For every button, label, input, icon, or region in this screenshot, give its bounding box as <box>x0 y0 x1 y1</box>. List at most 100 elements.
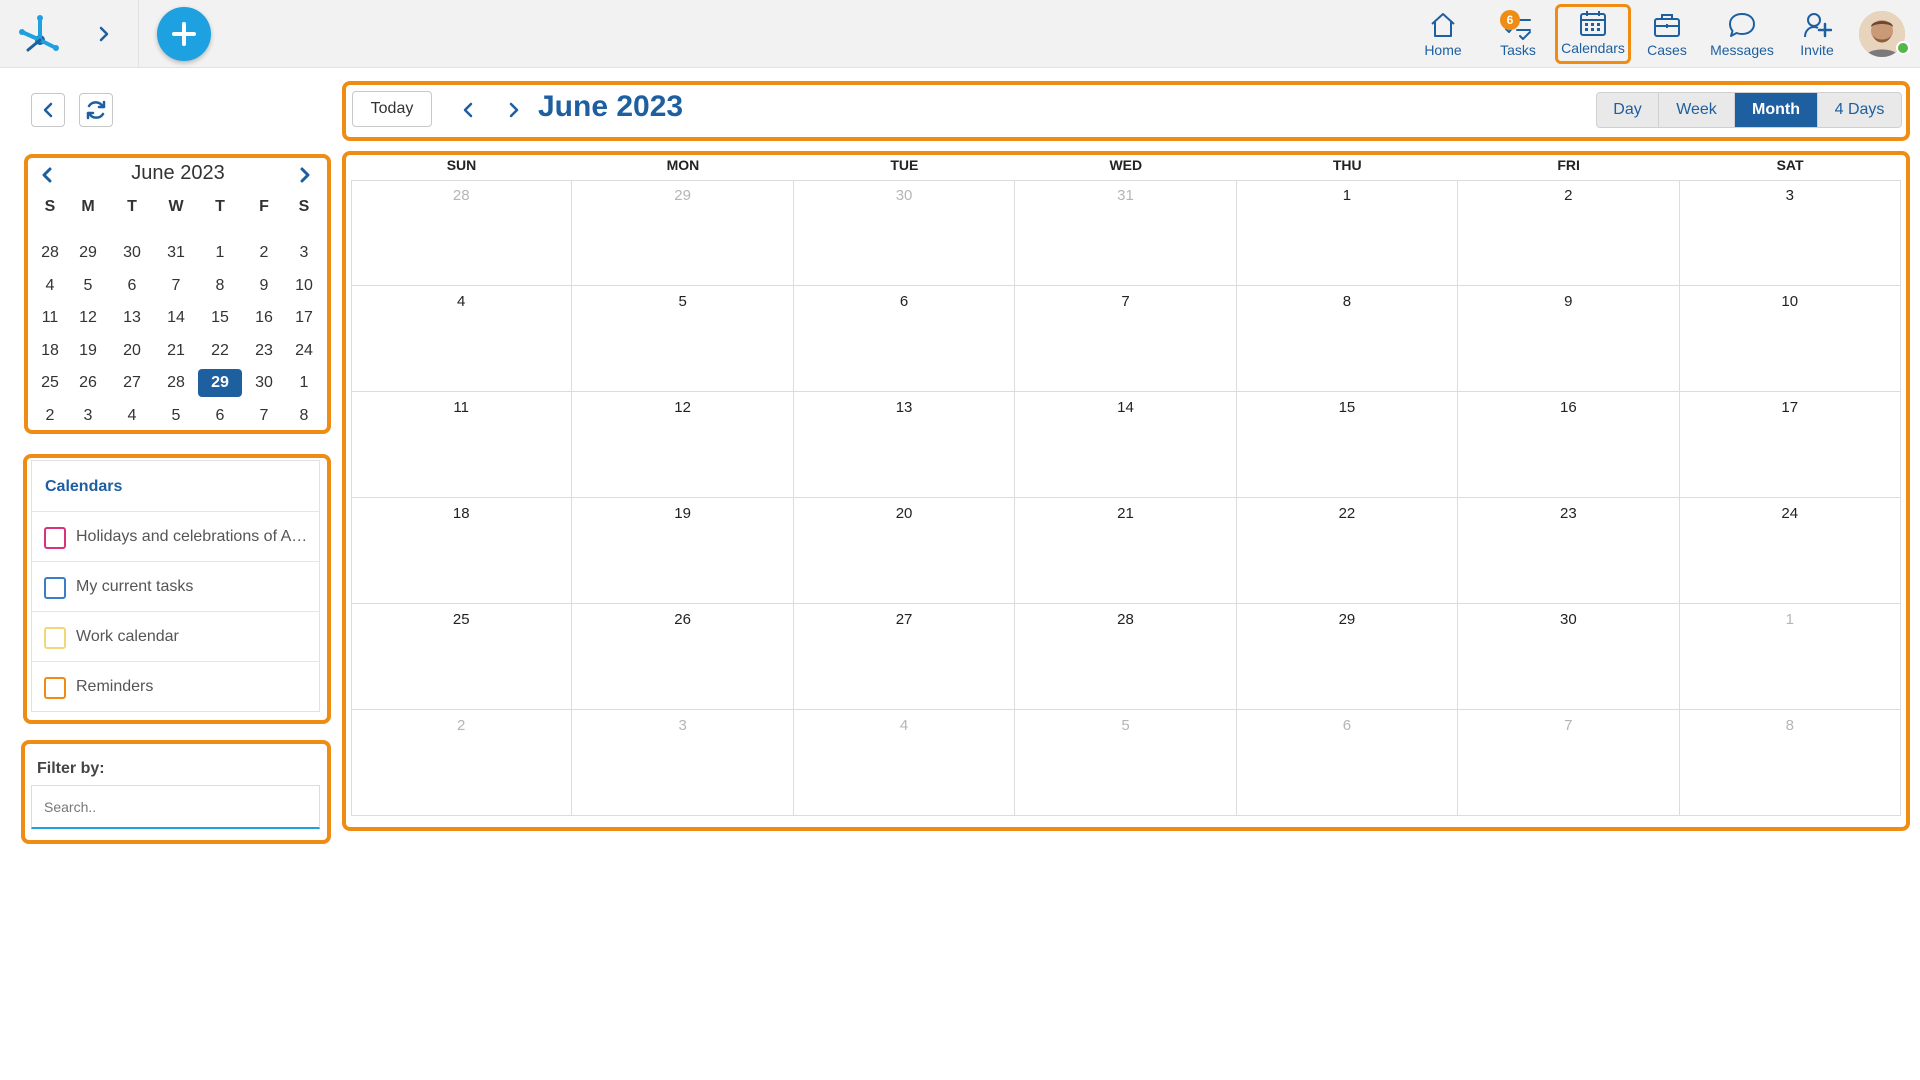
mini-day-cell[interactable]: 6 <box>110 272 154 300</box>
mini-day-cell[interactable]: 30 <box>242 369 286 397</box>
day-cell[interactable]: 14 <box>1015 392 1237 498</box>
view-month-button[interactable]: Month <box>1735 93 1818 127</box>
day-cell[interactable]: 27 <box>793 604 1016 710</box>
day-cell[interactable]: 1 <box>1679 604 1901 710</box>
day-cell[interactable]: 30 <box>793 180 1016 286</box>
mini-day-cell[interactable]: 16 <box>242 304 286 332</box>
app-logo[interactable] <box>16 10 62 56</box>
mini-day-cell[interactable]: 5 <box>66 272 110 300</box>
calendar-item-work-calendar[interactable]: Work calendar <box>32 611 319 661</box>
mini-day-cell[interactable]: 22 <box>198 337 242 365</box>
mini-day-cell[interactable]: 26 <box>66 369 110 397</box>
mini-day-cell[interactable]: 8 <box>282 402 326 430</box>
search-input[interactable] <box>31 785 320 829</box>
mini-day-cell[interactable]: 7 <box>154 272 198 300</box>
day-cell[interactable]: 2 <box>1458 180 1680 286</box>
day-cell[interactable]: 3 <box>572 710 794 816</box>
day-cell[interactable]: 3 <box>1679 180 1901 286</box>
day-cell[interactable]: 4 <box>793 710 1016 816</box>
day-cell[interactable]: 5 <box>1015 710 1237 816</box>
mini-day-cell[interactable]: 7 <box>242 402 286 430</box>
day-cell[interactable]: 8 <box>1236 286 1459 392</box>
view-4-days-button[interactable]: 4 Days <box>1818 93 1901 127</box>
mini-day-cell[interactable]: 19 <box>66 337 110 365</box>
mini-day-cell[interactable]: 20 <box>110 337 154 365</box>
view-day-button[interactable]: Day <box>1597 93 1659 127</box>
expand-menu-button[interactable] <box>88 16 120 52</box>
mini-day-cell[interactable]: 27 <box>110 369 154 397</box>
mini-day-cell[interactable]: 4 <box>110 402 154 430</box>
mini-day-cell[interactable]: 3 <box>66 402 110 430</box>
mini-day-cell[interactable]: 21 <box>154 337 198 365</box>
mini-day-cell[interactable]: 1 <box>198 239 242 267</box>
mini-day-cell[interactable]: 29 <box>198 369 242 397</box>
calendar-item-my-current-tasks[interactable]: My current tasks <box>32 561 319 611</box>
nav-invite[interactable]: Invite <box>1782 6 1852 62</box>
mini-day-cell[interactable]: 6 <box>198 402 242 430</box>
mini-next-month-button[interactable] <box>294 164 316 186</box>
day-cell[interactable]: 29 <box>572 180 794 286</box>
day-cell[interactable]: 10 <box>1679 286 1901 392</box>
day-cell[interactable]: 31 <box>1015 180 1237 286</box>
mini-day-cell[interactable]: 5 <box>154 402 198 430</box>
day-cell[interactable]: 16 <box>1458 392 1680 498</box>
mini-day-cell[interactable]: 17 <box>282 304 326 332</box>
day-cell[interactable]: 19 <box>572 498 794 604</box>
day-cell[interactable]: 5 <box>572 286 794 392</box>
calendar-checkbox[interactable] <box>44 677 66 699</box>
day-cell[interactable]: 30 <box>1458 604 1680 710</box>
mini-day-cell[interactable]: 9 <box>242 272 286 300</box>
mini-day-cell[interactable]: 15 <box>198 304 242 332</box>
calendar-item-reminders[interactable]: Reminders <box>32 661 319 711</box>
nav-cases[interactable]: Cases <box>1632 6 1702 62</box>
nav-tasks[interactable]: 6 Tasks <box>1483 6 1553 62</box>
day-cell[interactable]: 25 <box>351 604 573 710</box>
day-cell[interactable]: 17 <box>1679 392 1901 498</box>
mini-day-cell[interactable]: 1 <box>282 369 326 397</box>
day-cell[interactable]: 4 <box>351 286 573 392</box>
day-cell[interactable]: 21 <box>1015 498 1237 604</box>
mini-day-cell[interactable]: 13 <box>110 304 154 332</box>
mini-day-cell[interactable]: 12 <box>66 304 110 332</box>
calendar-checkbox[interactable] <box>44 577 66 599</box>
mini-day-cell[interactable]: 23 <box>242 337 286 365</box>
day-cell[interactable]: 13 <box>793 392 1016 498</box>
mini-day-cell[interactable]: 29 <box>66 239 110 267</box>
mini-day-cell[interactable]: 14 <box>154 304 198 332</box>
day-cell[interactable]: 26 <box>572 604 794 710</box>
mini-day-cell[interactable]: 31 <box>154 239 198 267</box>
collapse-sidebar-button[interactable] <box>31 93 65 127</box>
day-cell[interactable]: 1 <box>1236 180 1459 286</box>
calendar-item-holidays[interactable]: Holidays and celebrations of Argentina <box>32 511 319 561</box>
today-button[interactable]: Today <box>352 91 432 127</box>
day-cell[interactable]: 2 <box>351 710 573 816</box>
day-cell[interactable]: 9 <box>1458 286 1680 392</box>
refresh-button[interactable] <box>79 93 113 127</box>
view-week-button[interactable]: Week <box>1659 93 1735 127</box>
day-cell[interactable]: 22 <box>1236 498 1459 604</box>
day-cell[interactable]: 28 <box>351 180 573 286</box>
add-button[interactable] <box>157 7 211 61</box>
mini-day-cell[interactable]: 30 <box>110 239 154 267</box>
mini-day-cell[interactable]: 8 <box>198 272 242 300</box>
calendar-checkbox[interactable] <box>44 527 66 549</box>
day-cell[interactable]: 24 <box>1679 498 1901 604</box>
day-cell[interactable]: 8 <box>1679 710 1901 816</box>
prev-month-button[interactable] <box>456 98 480 122</box>
day-cell[interactable]: 12 <box>572 392 794 498</box>
day-cell[interactable]: 7 <box>1458 710 1680 816</box>
day-cell[interactable]: 29 <box>1236 604 1459 710</box>
nav-home[interactable]: Home <box>1408 6 1478 62</box>
mini-day-cell[interactable]: 10 <box>282 272 326 300</box>
day-cell[interactable]: 20 <box>793 498 1016 604</box>
day-cell[interactable]: 23 <box>1458 498 1680 604</box>
day-cell[interactable]: 18 <box>351 498 573 604</box>
mini-day-cell[interactable]: 28 <box>154 369 198 397</box>
day-cell[interactable]: 7 <box>1015 286 1237 392</box>
mini-day-cell[interactable]: 2 <box>242 239 286 267</box>
day-cell[interactable]: 6 <box>1236 710 1459 816</box>
day-cell[interactable]: 11 <box>351 392 573 498</box>
nav-calendars[interactable]: Calendars <box>1555 4 1631 64</box>
mini-day-cell[interactable]: 24 <box>282 337 326 365</box>
mini-day-cell[interactable]: 3 <box>282 239 326 267</box>
